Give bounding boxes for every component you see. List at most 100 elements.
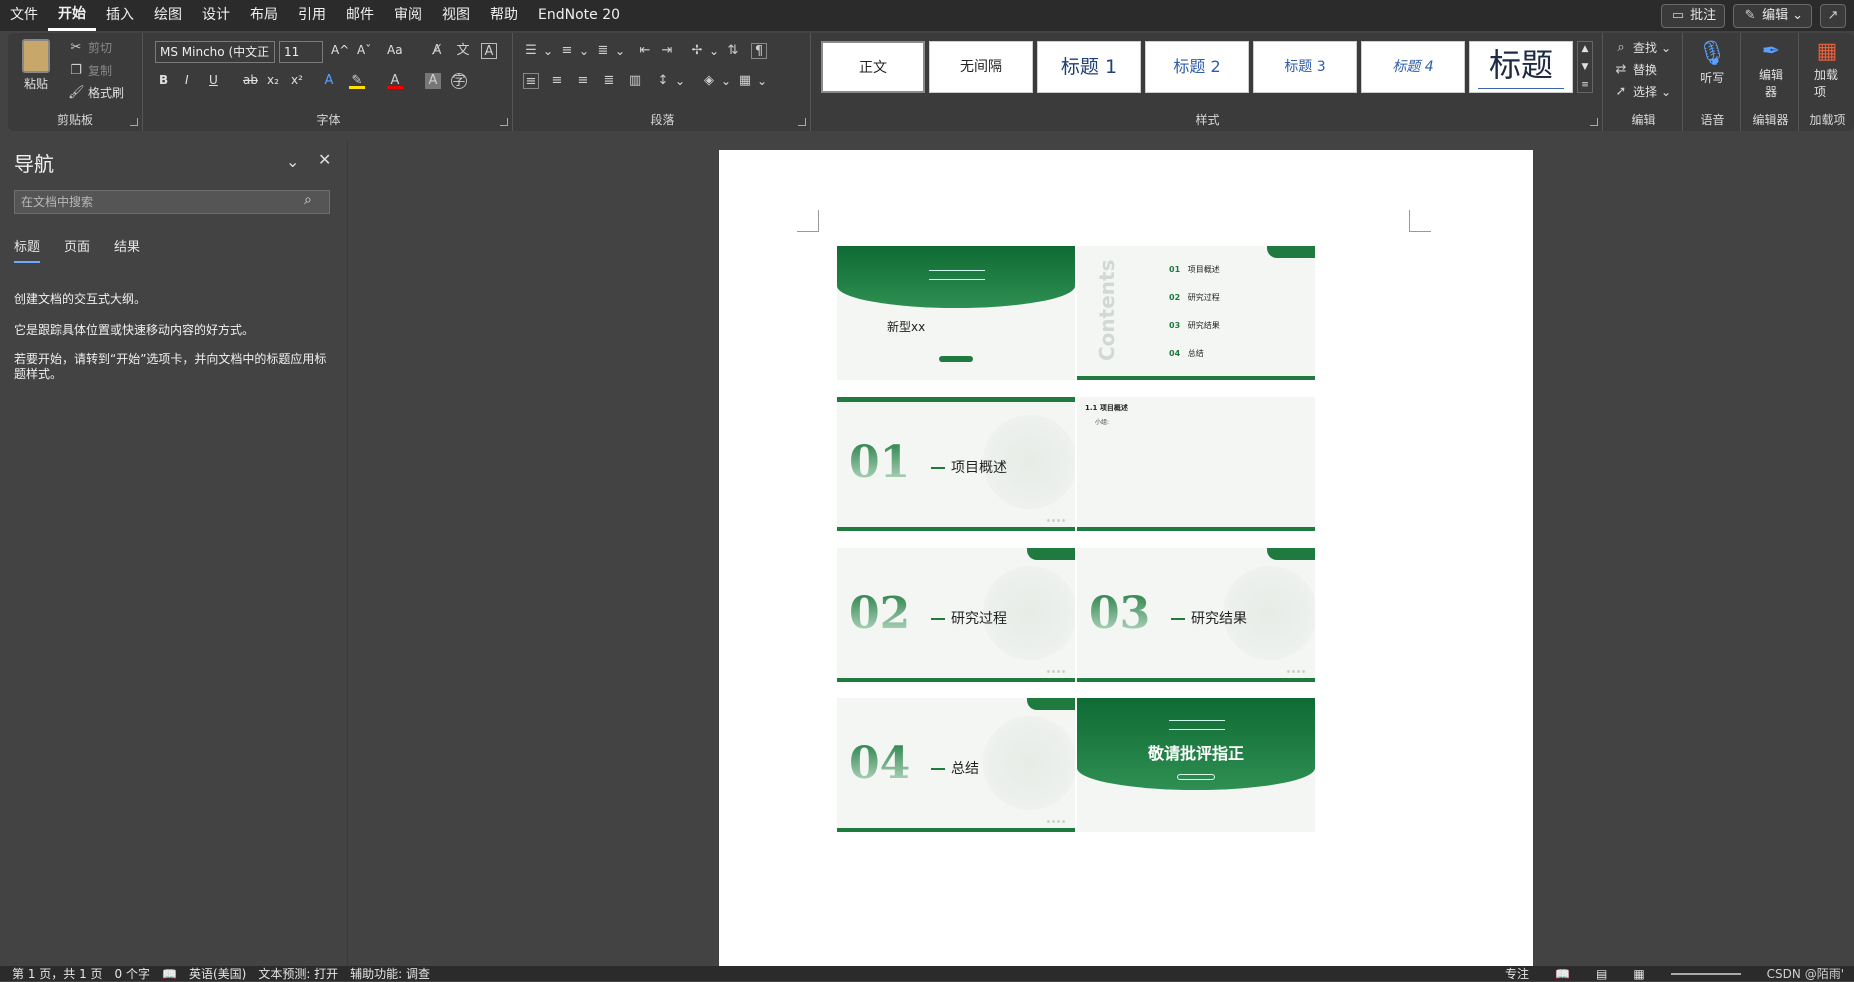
toc-item[interactable]: 01 项目概述 <box>1169 256 1220 284</box>
web-layout-icon[interactable]: ▦ <box>1633 967 1644 981</box>
menu-insert[interactable]: 插入 <box>96 0 144 31</box>
select-button[interactable]: ➚ 选择 ⌄ <box>1613 83 1672 100</box>
show-marks-icon[interactable]: ¶ <box>751 43 767 59</box>
menu-design[interactable]: 设计 <box>192 0 240 31</box>
page-count[interactable]: 第 1 页，共 1 页 <box>12 965 103 982</box>
char-shading-icon[interactable]: A <box>425 73 441 89</box>
print-layout-icon[interactable]: ▤ <box>1596 967 1607 981</box>
comments-button[interactable]: ▭ 批注 <box>1661 4 1726 28</box>
menu-endnote[interactable]: EndNote 20 <box>528 0 630 31</box>
style-title[interactable]: 标题 <box>1469 41 1573 93</box>
text-effects-icon[interactable]: A <box>321 73 337 89</box>
slide-closing[interactable]: 敬请批评指正 <box>1077 698 1315 832</box>
language[interactable]: 英语(美国) <box>189 965 246 982</box>
font-color-icon[interactable]: A <box>387 73 403 89</box>
document-page[interactable]: 新型xx Contents 01 项目概述 02 研究过程 03 研究结果 04… <box>719 150 1533 966</box>
multilevel-list-icon[interactable]: ≣ ⌄ <box>595 43 626 59</box>
bold-button[interactable]: B <box>159 73 168 87</box>
slide-section-03[interactable]: 03 研究结果 <box>1077 548 1315 682</box>
distribute-icon[interactable]: ▥ <box>627 73 643 89</box>
align-left-icon[interactable]: ≡ <box>523 73 539 89</box>
menu-references[interactable]: 引用 <box>288 0 336 31</box>
format-painter-button[interactable]: 🖌 格式刷 <box>68 84 124 101</box>
text-prediction[interactable]: 文本预测: 打开 <box>258 965 338 982</box>
tab-results[interactable]: 结果 <box>114 236 140 263</box>
italic-button[interactable]: I <box>185 73 189 87</box>
numbering-icon[interactable]: ≡ ⌄ <box>559 43 590 59</box>
justify-icon[interactable]: ≣ <box>601 73 617 89</box>
style-heading-1[interactable]: 标题 1 <box>1037 41 1141 93</box>
font-launcher[interactable] <box>500 118 508 126</box>
accessibility-status[interactable]: 辅助功能: 调查 <box>350 965 430 982</box>
nav-options-chevron-icon[interactable]: ⌄ <box>286 152 299 171</box>
slide-contents[interactable]: Contents 01 项目概述 02 研究过程 03 研究结果 04 总结 <box>1077 246 1315 380</box>
menu-help[interactable]: 帮助 <box>480 0 528 31</box>
line-spacing-icon[interactable]: ↕ ⌄ <box>655 73 686 89</box>
word-count[interactable]: 0 个字 <box>115 965 150 982</box>
proofing-icon[interactable]: 📖 <box>162 967 177 981</box>
styles-scroll[interactable]: ▲ ▼ ≡ <box>1577 41 1593 93</box>
toc-item[interactable]: 02 研究过程 <box>1169 284 1220 312</box>
grow-font-button[interactable]: A^ <box>331 43 349 57</box>
close-icon[interactable]: ✕ <box>318 150 331 169</box>
slide-cover[interactable]: 新型xx <box>837 246 1075 380</box>
font-name-select[interactable]: MS Mincho (中文正 <box>155 41 275 63</box>
menu-draw[interactable]: 绘图 <box>144 0 192 31</box>
search-icon[interactable]: ⌕ <box>304 192 312 208</box>
copy-button[interactable]: ❐ 复制 <box>68 62 112 79</box>
underline-button[interactable]: U <box>209 73 218 87</box>
menu-mailings[interactable]: 邮件 <box>336 0 384 31</box>
shrink-font-button[interactable]: Aˇ <box>357 43 371 57</box>
slide-section-01[interactable]: 01 项目概述 <box>837 397 1075 531</box>
menu-view[interactable]: 视图 <box>432 0 480 31</box>
dictate-button[interactable]: 🎙 听写 <box>1697 39 1727 86</box>
read-mode-icon[interactable]: 📖 <box>1555 967 1570 981</box>
tab-pages[interactable]: 页面 <box>64 236 90 263</box>
style-normal[interactable]: 正文 <box>821 41 925 93</box>
document-canvas[interactable]: 新型xx Contents 01 项目概述 02 研究过程 03 研究结果 04… <box>349 140 1854 966</box>
find-button[interactable]: ⌕ 查找 ⌄ <box>1613 39 1671 56</box>
style-heading-3[interactable]: 标题 3 <box>1253 41 1357 93</box>
paragraph-launcher[interactable] <box>798 118 806 126</box>
clear-format-icon[interactable]: A̸ <box>429 43 445 59</box>
align-right-icon[interactable]: ≡ <box>575 73 591 89</box>
toc-item[interactable]: 04 总结 <box>1169 340 1220 368</box>
change-case-button[interactable]: Aa <box>387 43 403 57</box>
replace-button[interactable]: ⇄ 替换 <box>1613 61 1657 78</box>
menu-home[interactable]: 开始 <box>48 0 96 31</box>
share-button[interactable]: ↗ <box>1820 4 1846 28</box>
slide-section-04[interactable]: 04 总结 <box>837 698 1075 832</box>
paste-button[interactable]: 粘贴 <box>22 39 50 92</box>
bullets-icon[interactable]: ☰ ⌄ <box>523 43 553 59</box>
font-size-select[interactable]: 11 <box>279 41 323 63</box>
slide-overview[interactable]: 1.1 项目概述 小组: <box>1077 397 1315 531</box>
style-heading-4[interactable]: 标题 4 <box>1361 41 1465 93</box>
increase-indent-icon[interactable]: ⇥ <box>659 43 675 59</box>
subscript-button[interactable]: x₂ <box>267 73 279 87</box>
highlight-color-icon[interactable]: ✎ <box>349 73 365 89</box>
enclose-char-icon[interactable]: 字 <box>451 73 467 89</box>
styles-launcher[interactable] <box>1590 118 1598 126</box>
cut-button[interactable]: ✂ 剪切 <box>68 39 112 56</box>
strikethrough-button[interactable]: ab <box>243 73 258 87</box>
decrease-indent-icon[interactable]: ⇤ <box>637 43 653 59</box>
menu-file[interactable]: 文件 <box>0 0 48 31</box>
toc-item[interactable]: 03 研究结果 <box>1169 312 1220 340</box>
editing-mode-button[interactable]: ✎ 编辑 ⌄ <box>1733 4 1812 28</box>
focus-button[interactable]: 专注 <box>1505 965 1529 982</box>
menu-review[interactable]: 审阅 <box>384 0 432 31</box>
borders-icon[interactable]: ▦ ⌄ <box>737 73 767 89</box>
sort-icon[interactable]: ⇅ <box>725 43 741 59</box>
zoom-slider[interactable] <box>1670 972 1741 975</box>
phonetic-guide-icon[interactable]: 文 <box>455 43 471 59</box>
superscript-button[interactable]: x² <box>291 73 303 87</box>
align-center-icon[interactable]: ≡ <box>549 73 565 89</box>
slide-section-02[interactable]: 02 研究过程 <box>837 548 1075 682</box>
tab-headings[interactable]: 标题 <box>14 236 41 263</box>
chinese-layout-icon[interactable]: ✢ ⌄ <box>689 43 720 59</box>
shading-icon[interactable]: ◈ ⌄ <box>701 73 731 89</box>
clipboard-launcher[interactable] <box>130 118 138 126</box>
editor-button[interactable]: ✒ 编辑器 <box>1755 39 1787 100</box>
menu-layout[interactable]: 布局 <box>240 0 288 31</box>
style-heading-2[interactable]: 标题 2 <box>1145 41 1249 93</box>
